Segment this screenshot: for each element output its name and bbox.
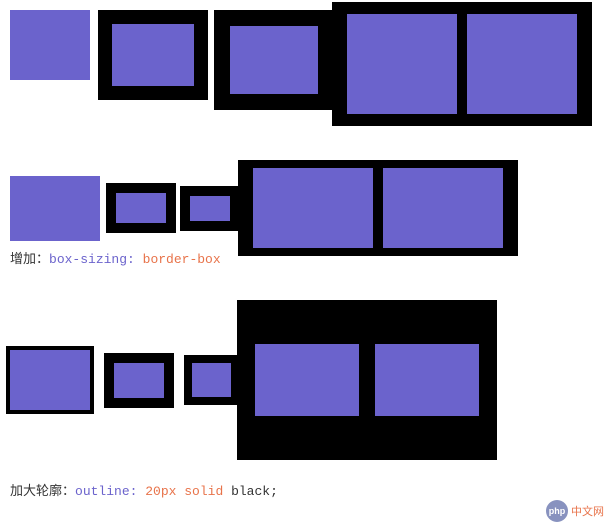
section3-label: 加大轮廓：outline: 20px solid black; xyxy=(10,480,278,499)
s1-box2 xyxy=(98,10,208,100)
label2-value: border-box xyxy=(143,252,221,267)
s2-box3 xyxy=(180,186,240,231)
section1-row xyxy=(10,10,592,134)
section3-row xyxy=(10,300,497,460)
s3-box4 xyxy=(255,344,359,416)
php-site-text: 中文网 xyxy=(571,503,604,519)
s2-box1 xyxy=(10,176,100,241)
s3-box2-inner xyxy=(114,363,164,398)
s2-box4 xyxy=(253,168,373,248)
s2-box2 xyxy=(106,183,176,233)
label3-property: outline: xyxy=(75,484,145,499)
s3-box3 xyxy=(184,355,239,405)
s1-box5 xyxy=(467,14,577,114)
php-circle-icon: php xyxy=(546,500,568,522)
s1-box4 xyxy=(347,14,457,114)
s3-box5 xyxy=(375,344,479,416)
section2-row xyxy=(10,160,518,256)
s2-box3-inner xyxy=(190,196,230,221)
s1-box45 xyxy=(332,2,592,126)
label3-value: 20px solid xyxy=(145,484,231,499)
s2-box45 xyxy=(238,160,518,256)
label3-black: black; xyxy=(231,484,278,499)
s1-box3 xyxy=(214,10,334,110)
s1-box3-inner xyxy=(230,26,318,94)
label3-prefix: 加大轮廓： xyxy=(10,484,75,499)
s3-box3-inner xyxy=(192,363,231,397)
s2-box5 xyxy=(383,168,503,248)
s1-box1 xyxy=(10,10,90,80)
s3-box45 xyxy=(237,300,497,460)
php-badge: php 中文网 xyxy=(546,500,604,522)
s3-box2 xyxy=(104,353,174,408)
label2-prefix: 增加： xyxy=(10,252,49,267)
section2-label: 增加：box-sizing: border-box xyxy=(10,248,221,267)
php-logo: php 中文网 xyxy=(546,500,606,522)
label2-property: box-sizing: xyxy=(49,252,143,267)
s3-box1 xyxy=(10,350,90,410)
s2-box2-inner xyxy=(116,193,166,223)
s1-box2-inner xyxy=(112,24,194,86)
